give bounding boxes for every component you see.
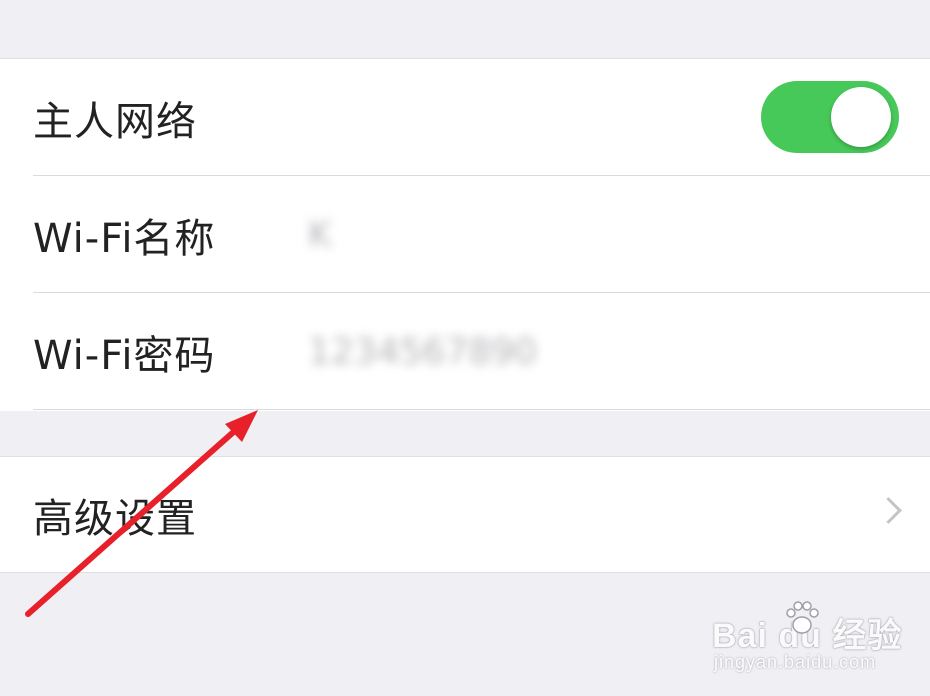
wifi-password-label: Wi-Fi密码 bbox=[33, 332, 216, 379]
watermark-url: jingyan.baidu.com bbox=[714, 652, 877, 672]
chevron-right-icon bbox=[875, 497, 902, 524]
wifi-name-value[interactable]: K bbox=[308, 214, 332, 255]
toggle-knob bbox=[831, 87, 891, 147]
divider bbox=[33, 409, 930, 410]
wifi-name-row[interactable]: Wi-Fi名称 K bbox=[0, 176, 930, 293]
host-network-label: 主人网络 bbox=[33, 98, 197, 145]
advanced-settings-label: 高级设置 bbox=[33, 495, 197, 542]
advanced-settings-row[interactable]: 高级设置 bbox=[0, 457, 930, 572]
advanced-settings-group: 高级设置 bbox=[0, 456, 930, 573]
host-network-toggle[interactable] bbox=[761, 81, 899, 153]
wifi-name-label: Wi-Fi名称 bbox=[33, 215, 216, 262]
paw-icon bbox=[786, 601, 819, 634]
watermark: Bai du 经验 jingyan.baidu.com bbox=[712, 598, 912, 678]
annotation-arrow-head bbox=[225, 410, 258, 442]
network-settings-group: 主人网络 Wi-Fi名称 K Wi-Fi密码 1234567890 bbox=[0, 58, 930, 411]
wifi-password-row[interactable]: Wi-Fi密码 1234567890 bbox=[0, 293, 930, 410]
wifi-password-value[interactable]: 1234567890 bbox=[308, 331, 537, 372]
host-network-row: 主人网络 bbox=[0, 59, 930, 176]
